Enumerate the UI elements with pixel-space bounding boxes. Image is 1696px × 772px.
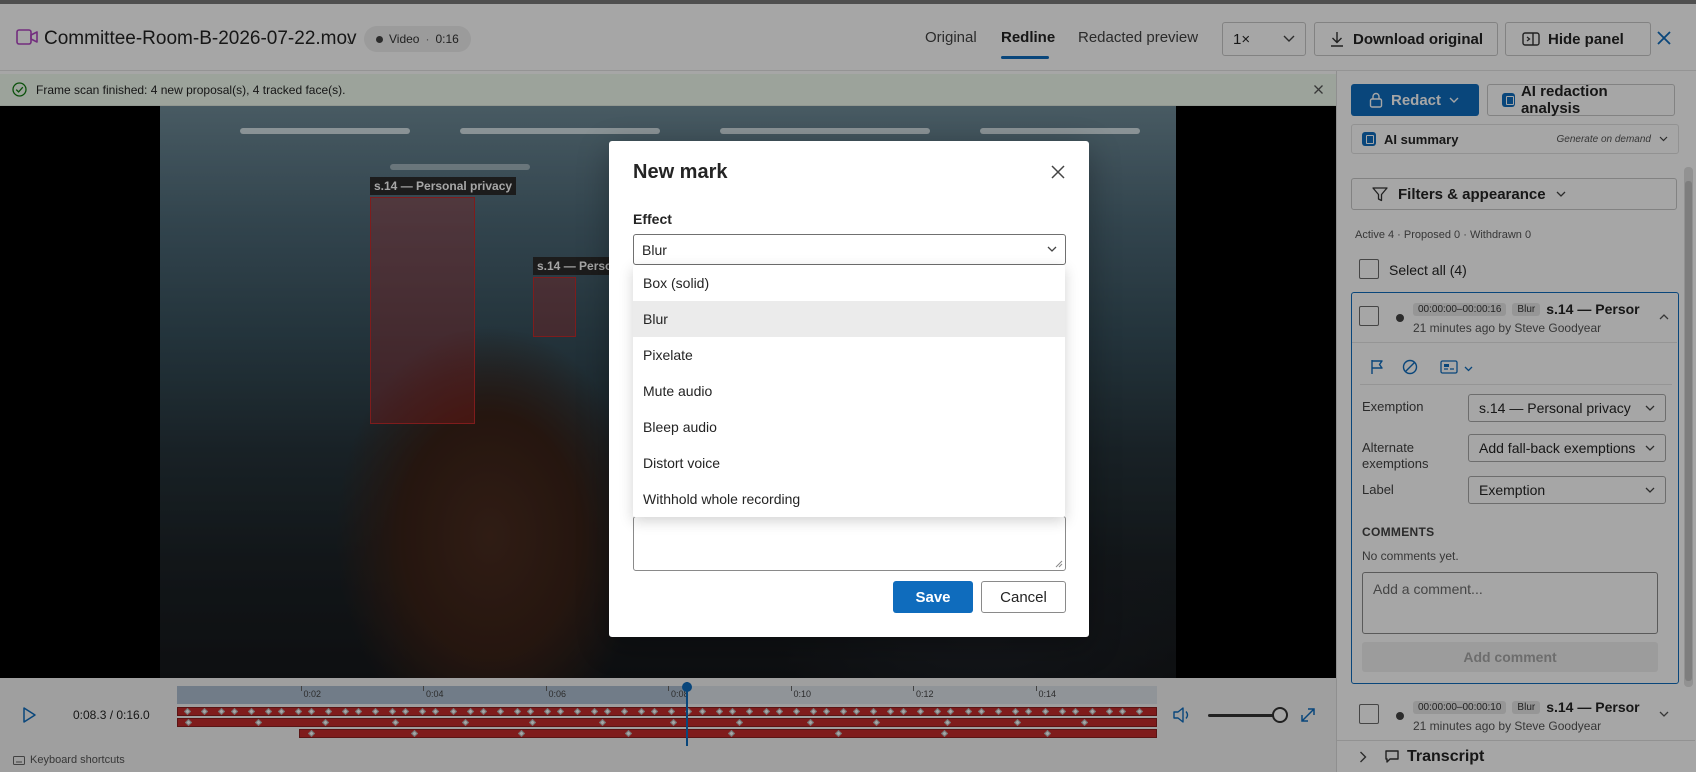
effect-option-blur[interactable]: Blur: [633, 301, 1065, 337]
dialog-title: New mark: [633, 161, 728, 183]
effect-select-value: Blur: [642, 241, 667, 258]
effect-option-mute-audio[interactable]: Mute audio: [633, 373, 1065, 409]
effect-option-box-solid[interactable]: Box (solid): [633, 265, 1065, 301]
close-icon[interactable]: [1049, 163, 1067, 181]
effect-option-distort-voice[interactable]: Distort voice: [633, 445, 1065, 481]
chevron-down-icon: [1047, 246, 1057, 252]
effect-select[interactable]: Blur: [633, 234, 1066, 265]
effect-options-list: Box (solid) Blur Pixelate Mute audio Ble…: [633, 265, 1065, 517]
save-button[interactable]: Save: [893, 581, 973, 613]
effect-option-withhold-whole-recording[interactable]: Withhold whole recording: [633, 481, 1065, 517]
effect-label: Effect: [633, 211, 672, 227]
note-textarea[interactable]: [633, 516, 1066, 571]
resize-grip-icon[interactable]: [1055, 560, 1063, 568]
effect-option-bleep-audio[interactable]: Bleep audio: [633, 409, 1065, 445]
effect-option-pixelate[interactable]: Pixelate: [633, 337, 1065, 373]
cancel-button[interactable]: Cancel: [981, 581, 1066, 613]
